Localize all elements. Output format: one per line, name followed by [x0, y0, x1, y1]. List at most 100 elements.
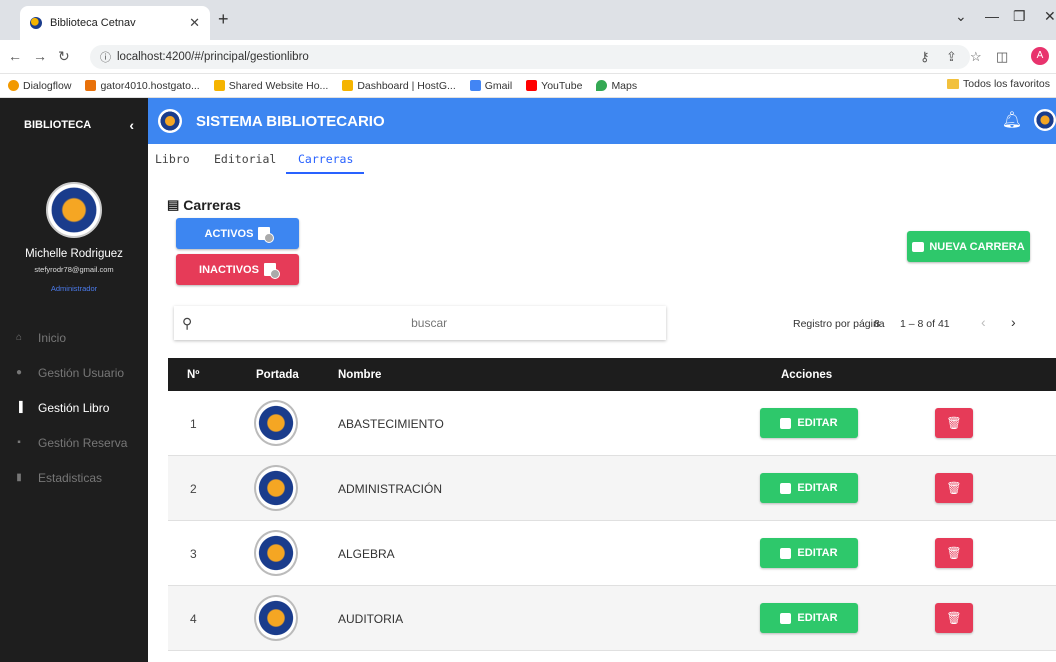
bookmark-dashboard[interactable]: Dashboard | HostG...	[342, 80, 456, 92]
reload-icon[interactable]: ↻	[58, 48, 70, 65]
tab-carreras[interactable]: Carreras	[298, 152, 353, 166]
key-icon[interactable]: ⚷	[920, 49, 930, 65]
clipboard-icon: ▤	[167, 197, 180, 212]
new-tab-icon[interactable]: +	[218, 9, 229, 30]
row-number: 4	[190, 612, 197, 626]
edit-icon	[780, 482, 792, 494]
profile-avatar[interactable]: A	[1031, 47, 1049, 65]
edit-button[interactable]: EDITAR	[760, 408, 858, 438]
sidebar-item-gestion-libro[interactable]: ▐ Gestión Libro	[0, 390, 148, 425]
dialogflow-icon	[8, 80, 19, 91]
carreras-table: Nº Portada Nombre Acciones 1 ABASTECIMIE…	[168, 358, 1056, 651]
url-text: localhost:4200/#/principal/gestionlibro	[117, 51, 309, 63]
hostgator-icon	[213, 80, 225, 91]
active-tab-indicator	[286, 172, 364, 174]
forward-icon[interactable]: →	[33, 48, 47, 64]
maximize-icon[interactable]: ❐	[1013, 8, 1026, 25]
close-tab-icon[interactable]: ✕	[189, 15, 200, 31]
trash-icon: 🗑︎	[946, 546, 962, 560]
trash-icon: 🗑︎	[946, 611, 962, 625]
edit-icon	[780, 547, 792, 559]
browser-tab[interactable]: Biblioteca Cetnav ✕	[20, 6, 210, 40]
delete-button[interactable]: 🗑︎	[935, 473, 973, 503]
site-favicon-icon	[30, 17, 42, 29]
bar-chart-icon: ▮	[16, 472, 22, 483]
trash-icon: 🗑︎	[946, 481, 962, 495]
bell-icon[interactable]: 🔔︎	[1002, 110, 1022, 130]
bookmark-shared-website[interactable]: Shared Website Ho...	[213, 80, 328, 92]
row-name: ADMINISTRACIÓN	[338, 482, 443, 496]
inactivos-button[interactable]: INACTIVOS	[176, 254, 299, 285]
edit-button[interactable]: EDITAR	[760, 603, 858, 633]
bookmark-all-favorites[interactable]: Todos los favoritos	[947, 78, 1050, 90]
hostgator-icon	[342, 80, 354, 91]
bookmark-youtube[interactable]: YouTube	[526, 80, 582, 92]
sidebar-item-estadisticas[interactable]: ▮ Estadisticas	[0, 460, 148, 495]
folder-icon	[947, 79, 960, 89]
sidepanel-icon[interactable]: ◫	[996, 49, 1008, 65]
tab-title: Biblioteca Cetnav	[50, 17, 136, 29]
table-row: 4 AUDITORIA EDITAR 🗑︎	[168, 586, 1056, 651]
user-role: Administrador	[50, 284, 98, 293]
col-acciones-header: Acciones	[781, 369, 833, 381]
bookmark-dialogflow[interactable]: Dialogflow	[8, 80, 71, 92]
section-title: ▤ Carreras	[167, 197, 241, 213]
row-name: ABASTECIMIENTO	[338, 417, 444, 431]
site-info-icon[interactable]: ⓘ	[100, 49, 111, 65]
bookmarks-bar: Dialogflow gator4010.hostgato... Shared …	[0, 74, 1056, 98]
delete-button[interactable]: 🗑︎	[935, 408, 973, 438]
edit-icon	[780, 417, 792, 429]
prev-page-icon[interactable]: ‹	[981, 314, 986, 330]
page-range: 1 – 8 of 41	[900, 318, 950, 330]
url-field[interactable]: ⓘ localhost:4200/#/principal/gestionlibr…	[90, 45, 970, 69]
tab-search-chevron-icon[interactable]: ⌄	[955, 8, 967, 25]
search-input[interactable]	[192, 316, 666, 330]
close-window-icon[interactable]: ✕	[1044, 8, 1056, 25]
file-status-icon	[263, 263, 280, 279]
table-header: Nº Portada Nombre Acciones	[168, 358, 1056, 391]
next-page-icon[interactable]: ›	[1011, 314, 1016, 330]
share-icon[interactable]: ⇪	[946, 49, 957, 65]
search-box: ⚲	[174, 306, 666, 340]
page-size-select[interactable]: 8	[874, 318, 880, 330]
col-portada-header: Portada	[256, 369, 299, 381]
bookmark-gmail[interactable]: Gmail	[469, 80, 512, 92]
minimize-icon[interactable]: —	[985, 8, 999, 24]
row-number: 1	[190, 417, 197, 431]
col-num-header: Nº	[187, 369, 200, 381]
file-status-icon	[258, 227, 275, 243]
cover-image	[254, 595, 298, 641]
nueva-carrera-button[interactable]: NUEVA CARRERA	[907, 231, 1030, 262]
collapse-chevron-icon[interactable]: ‹	[129, 117, 134, 133]
user-email: stefyrodr78@gmail.com	[34, 265, 114, 274]
col-nombre-header: Nombre	[338, 369, 382, 381]
google-icon	[469, 80, 481, 91]
sidebar-item-gestion-reserva[interactable]: ▪ Gestión Reserva	[0, 425, 148, 460]
bookmark-maps[interactable]: Maps	[596, 80, 637, 92]
cover-image	[254, 465, 298, 511]
institution-logo	[46, 182, 102, 238]
cover-image	[254, 400, 298, 446]
row-number: 3	[190, 547, 197, 561]
delete-button[interactable]: 🗑︎	[935, 538, 973, 568]
sidebar-item-inicio[interactable]: ⌂ Inicio	[0, 320, 148, 355]
maps-pin-icon	[596, 80, 608, 91]
add-card-icon	[912, 241, 925, 252]
user-menu-avatar[interactable]	[1034, 109, 1056, 131]
row-number: 2	[190, 482, 197, 496]
activos-button[interactable]: ACTIVOS	[176, 218, 299, 249]
edit-button[interactable]: EDITAR	[760, 538, 858, 568]
back-icon[interactable]: ←	[8, 48, 22, 64]
home-icon: ⌂	[15, 332, 23, 343]
delete-button[interactable]: 🗑︎	[935, 603, 973, 633]
table-body: 1 ABASTECIMIENTO EDITAR 🗑︎ 2 ADMINISTRAC…	[168, 391, 1056, 651]
tab-libro[interactable]: Libro	[155, 152, 190, 166]
bookmark-gator[interactable]: gator4010.hostgato...	[85, 80, 200, 92]
tab-editorial[interactable]: Editorial	[214, 152, 276, 166]
sidebar-item-gestion-usuario[interactable]: ● Gestión Usuario	[0, 355, 148, 390]
book-icon: ▐	[15, 402, 23, 413]
edit-button[interactable]: EDITAR	[760, 473, 858, 503]
star-icon[interactable]: ☆	[970, 49, 982, 65]
app-logo	[158, 109, 182, 133]
sidebar-nav: ⌂ Inicio ● Gestión Usuario ▐ Gestión Libro …	[0, 320, 148, 495]
